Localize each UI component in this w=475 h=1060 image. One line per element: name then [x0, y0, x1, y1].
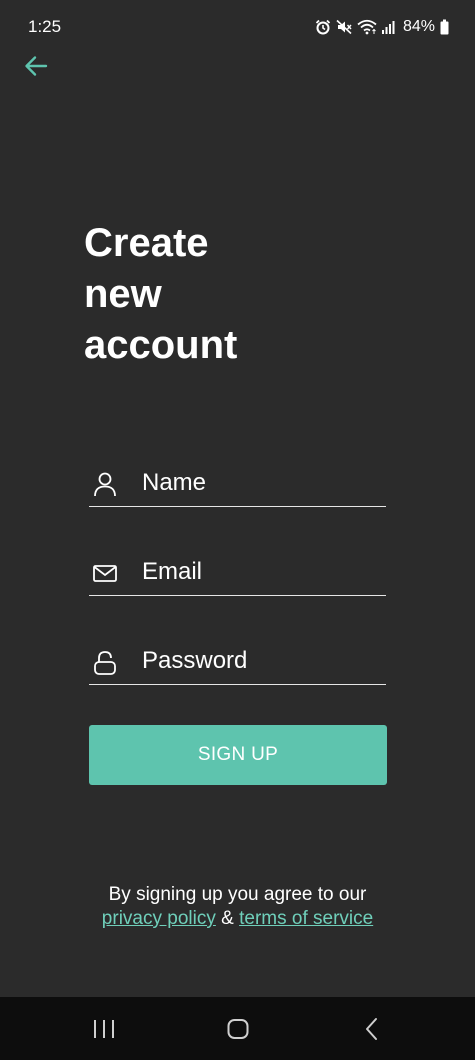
arrow-left-icon: [25, 56, 48, 76]
ampersand: &: [221, 908, 234, 929]
alarm-icon: [315, 19, 331, 35]
system-back-button[interactable]: [358, 1016, 386, 1042]
name-input[interactable]: [142, 466, 382, 500]
battery-icon: [440, 19, 449, 35]
user-icon: [94, 472, 116, 497]
agreement-links: privacy policy & terms of service: [0, 907, 475, 931]
system-nav-bar: [0, 997, 475, 1060]
back-button[interactable]: [22, 52, 50, 80]
page-title: Create new account: [84, 221, 238, 367]
status-time: 1:25: [28, 17, 62, 36]
terms-of-service-link[interactable]: terms of service: [239, 908, 373, 929]
agreement-text: By signing up you agree to our: [108, 884, 367, 905]
home-icon: [227, 1019, 249, 1039]
home-button[interactable]: [224, 1016, 252, 1042]
recent-apps-button[interactable]: [90, 1016, 118, 1042]
wifi-icon: [357, 19, 377, 35]
terms-agreement: By signing up you agree to our privacy p…: [0, 883, 475, 931]
email-input[interactable]: [142, 555, 382, 589]
password-field: [89, 638, 386, 685]
sign-up-button[interactable]: SIGN UP: [89, 725, 387, 785]
battery-percent: 84%: [402, 18, 435, 35]
chevron-left-icon: [366, 1018, 377, 1040]
mute-icon: [336, 19, 352, 35]
signal-icon: [381, 21, 395, 34]
password-input[interactable]: [142, 644, 382, 678]
recent-apps-icon: [94, 1020, 114, 1038]
status-icons: 84%: [315, 15, 449, 39]
lock-icon: [94, 651, 116, 675]
email-field: [89, 549, 386, 596]
mail-icon: [93, 565, 117, 582]
status-bar: 1:25 84%: [0, 0, 475, 54]
name-field: [89, 460, 386, 507]
privacy-policy-link[interactable]: privacy policy: [102, 908, 216, 929]
